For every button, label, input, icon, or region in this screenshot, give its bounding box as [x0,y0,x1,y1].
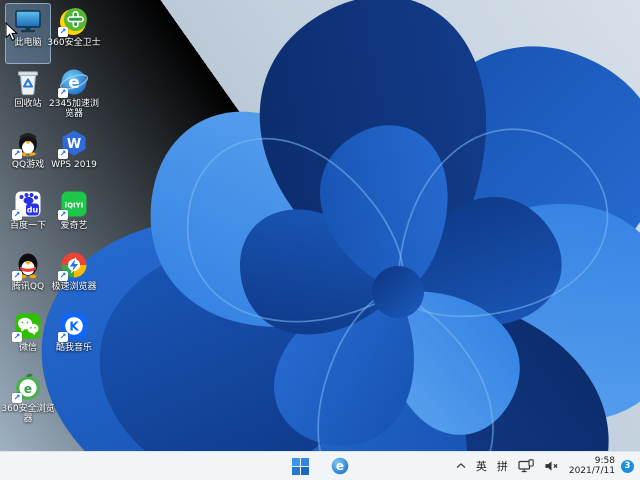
system-tray: 英 拼 9:58 2021/7/11 3 [451,452,637,480]
svg-text:iQIYI: iQIYI [65,202,84,210]
speed-browser-icon: ↗ [58,250,89,281]
desktop-icon-kuwo-music[interactable]: K ↗ 酷我音乐 [51,308,97,369]
icon-label: 360安全浏览器 [1,404,55,424]
desktop-icon-360-browser[interactable]: e ↗ 360安全浏览器 [1,369,55,430]
shortcut-arrow-icon: ↗ [12,393,22,403]
svg-text:W: W [67,137,81,152]
shortcut-arrow-icon: ↗ [12,332,22,342]
volume-muted-icon [545,461,558,471]
chevron-up-icon [456,463,466,468]
desktop-icon-2345-browser[interactable]: e ↗ 2345加速浏览器 [49,64,99,125]
svg-text:e: e [68,73,80,93]
start-button[interactable] [288,454,312,478]
network-display-icon [518,459,534,473]
shortcut-arrow-icon: ↗ [12,271,22,281]
notification-badge[interactable]: 3 [621,459,634,473]
360-browser-icon: e ↗ [12,372,43,403]
icon-label: 2345加速浏览器 [49,99,99,119]
kuwo-music-icon: K ↗ [58,311,89,342]
shortcut-arrow-icon: ↗ [58,332,68,342]
desktop-icon-qq-games[interactable]: ↗ QQ游戏 [5,125,51,186]
svg-text:du: du [27,206,39,215]
wechat-icon: ↗ [12,311,43,342]
desktop-icon-baidu[interactable]: du ↗ 百度一下 [5,186,51,247]
windows-start-icon [291,457,309,475]
taskbar-clock[interactable]: 9:58 2021/7/11 [564,456,620,477]
svg-text:K: K [69,320,79,334]
shortcut-arrow-icon: ↗ [58,27,68,37]
svg-text:e: e [24,382,32,396]
iqiyi-icon: iQIYI ↗ [58,189,89,220]
tencent-qq-icon: ↗ [12,250,43,281]
icon-label: 极速浏览器 [51,282,97,292]
shortcut-arrow-icon: ↗ [58,271,68,281]
recycle-bin-icon [13,67,43,97]
mouse-cursor-icon [5,22,19,41]
edge-browser-icon: e [331,457,349,475]
360-safe-icon: ↗ [58,6,89,37]
icon-label: 爱奇艺 [60,221,88,231]
network-tray-button[interactable] [513,452,539,480]
qq-games-icon: ↗ [12,128,43,159]
shortcut-arrow-icon: ↗ [58,210,68,220]
desktop-icon-wechat[interactable]: ↗ 微信 [5,308,51,369]
desktop-icon-iqiyi[interactable]: iQIYI ↗ 爱奇艺 [51,186,97,247]
ime-language-indicator-en[interactable]: 英 [471,452,492,480]
taskbar: e 英 拼 9:58 2021/7/11 3 [0,451,640,480]
desktop-icon-360-safe[interactable]: ↗ 360安全卫士 [47,3,101,64]
clock-time: 9:58 [594,455,615,466]
baidu-icon: du ↗ [12,189,43,220]
volume-tray-button[interactable] [539,452,564,480]
wps-icon: W ↗ [58,128,89,159]
icon-label: WPS 2019 [51,160,97,170]
svg-text:e: e [336,459,344,473]
2345-browser-icon: e ↗ [58,67,89,98]
taskbar-center-group: e [288,452,352,480]
tray-overflow-button[interactable] [451,452,471,480]
desktop-icon-recycle-bin[interactable]: 回收站 [5,64,51,125]
icon-label: 360安全卫士 [47,38,101,48]
shortcut-arrow-icon: ↗ [58,88,68,98]
ime-language-indicator-pinyin[interactable]: 拼 [492,452,513,480]
desktop-icon-wps[interactable]: W ↗ WPS 2019 [51,125,97,186]
desktop-icon-speed-browser[interactable]: ↗ 极速浏览器 [51,247,97,308]
icon-label: 酷我音乐 [55,343,92,353]
shortcut-arrow-icon: ↗ [12,210,22,220]
clock-date: 2021/7/11 [568,466,615,476]
desktop-icon-tencent-qq[interactable]: ↗ 腾讯QQ [5,247,51,308]
shortcut-arrow-icon: ↗ [12,149,22,159]
desktop: 此电脑 ↗ 360安全卫士 回收站 e ↗ 2345加速浏览器 ↗ QQ游戏 W… [0,0,640,480]
shortcut-arrow-icon: ↗ [58,149,68,159]
desktop-icon-grid: 此电脑 ↗ 360安全卫士 回收站 e ↗ 2345加速浏览器 ↗ QQ游戏 W… [1,3,101,430]
edge-browser-button[interactable]: e [328,454,352,478]
